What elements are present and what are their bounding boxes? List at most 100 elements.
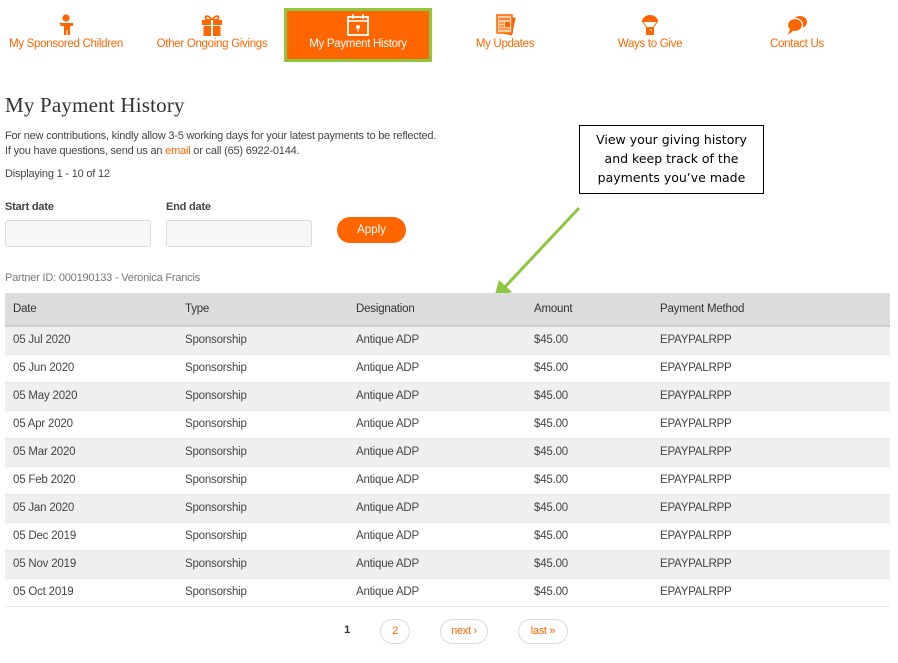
table-row: 05 Oct 2019 Sponsorship Antique ADP $45.00 E… [5, 578, 890, 607]
cell-type: Sponsorship [185, 522, 356, 551]
info-text: For new contributions, kindly allow 3-5 … [5, 129, 436, 159]
cell-payment-method: EPAYPALRPP [660, 578, 890, 607]
cell-designation: Antique ADP [356, 550, 534, 579]
cell-designation: Antique ADP [356, 410, 534, 439]
cell-payment-method: EPAYPALRPP [660, 382, 890, 411]
cell-type: Sponsorship [185, 382, 356, 411]
table-row: 05 Mar 2020 Sponsorship Antique ADP $45.00 E… [5, 438, 890, 467]
next-page-button[interactable]: next › [440, 619, 488, 644]
cell-type: Sponsorship [185, 326, 356, 355]
callout-line: View your giving history [596, 132, 747, 147]
cell-type: Sponsorship [185, 438, 356, 467]
top-navigation: My Sponsored Children Other Ongoing Givi… [0, 8, 898, 62]
cell-designation: Antique ADP [356, 466, 534, 495]
cell-amount: $45.00 [534, 578, 660, 607]
cell-amount: $45.00 [534, 326, 660, 355]
cell-amount: $45.00 [534, 354, 660, 383]
cell-payment-method: EPAYPALRPP [660, 410, 890, 439]
info-line-1: For new contributions, kindly allow 3-5 … [5, 130, 437, 142]
nav-label: My Sponsored Children [9, 38, 123, 50]
end-date-input[interactable] [166, 220, 312, 247]
column-header-payment-method: Payment Method [660, 293, 890, 327]
nav-label: My Payment History [309, 38, 407, 50]
nav-label: Ways to Give [617, 38, 683, 50]
cell-payment-method: EPAYPALRPP [660, 326, 890, 355]
callout-arrow-icon [494, 206, 581, 298]
cell-amount: $45.00 [534, 382, 660, 411]
cell-type: Sponsorship [185, 550, 356, 579]
table-row: 05 Feb 2020 Sponsorship Antique ADP $45.00 E… [5, 466, 890, 495]
cell-type: Sponsorship [185, 354, 356, 383]
cell-amount: $45.00 [534, 550, 660, 579]
table-row: 05 May 2020 Sponsorship Antique ADP $45.00 E… [5, 382, 890, 411]
callout-box: View your giving history and keep track … [579, 125, 764, 194]
apply-button[interactable]: Apply [337, 217, 406, 243]
payment-history-table: Date Type Designation Amount Payment Met… [5, 293, 890, 607]
start-date-input[interactable] [5, 220, 151, 247]
cell-date: 05 Jan 2020 [5, 494, 185, 523]
cell-date: 05 May 2020 [5, 382, 185, 411]
nav-item-my-payment-history[interactable]: My Payment History [284, 8, 432, 62]
cell-payment-method: EPAYPALRPP [660, 438, 890, 467]
cell-payment-method: EPAYPALRPP [660, 550, 890, 579]
cell-amount: $45.00 [534, 410, 660, 439]
cell-date: 05 Dec 2019 [5, 522, 185, 551]
cell-date: 05 Jun 2020 [5, 354, 185, 383]
column-header-date: Date [5, 293, 185, 327]
table-row: 05 Nov 2019 Sponsorship Antique ADP $45.00 E… [5, 550, 890, 579]
cell-date: 05 Jul 2020 [5, 326, 185, 355]
table-row: 05 Jan 2020 Sponsorship Antique ADP $45.00 E… [5, 494, 890, 523]
last-page-button[interactable]: last » [518, 619, 568, 644]
cell-type: Sponsorship [185, 410, 356, 439]
cell-amount: $45.00 [534, 466, 660, 495]
cell-amount: $45.00 [534, 438, 660, 467]
cell-amount: $45.00 [534, 522, 660, 551]
displaying-count: Displaying 1 - 10 of 12 [5, 168, 110, 180]
cell-payment-method: EPAYPALRPP [660, 354, 890, 383]
chat-bubbles-icon [786, 16, 807, 35]
cell-date: 05 Oct 2019 [5, 578, 185, 607]
cell-date: 05 Apr 2020 [5, 410, 185, 439]
info-line-2: If you have questions, send us an email … [5, 144, 436, 159]
nav-item-other-ongoing-givings[interactable]: Other Ongoing Givings [148, 8, 276, 62]
cell-date: 05 Mar 2020 [5, 438, 185, 467]
cell-date: 05 Nov 2019 [5, 550, 185, 579]
cell-designation: Antique ADP [356, 326, 534, 355]
cell-designation: Antique ADP [356, 382, 534, 411]
nav-item-my-sponsored-children[interactable]: My Sponsored Children [0, 8, 132, 62]
nav-label: Other Ongoing Givings [156, 38, 268, 50]
callout-line: and keep track of the [604, 151, 739, 166]
callout-line: payments you’ve made [597, 170, 746, 185]
page-title: My Payment History [5, 93, 185, 117]
partner-id: Partner ID: 000190133 - Veronica Francis [5, 272, 201, 284]
calendar-icon [347, 14, 369, 36]
table-row: 05 Jul 2020 Sponsorship Antique ADP $45.00 E… [5, 326, 890, 355]
cell-designation: Antique ADP [356, 354, 534, 383]
column-header-designation: Designation [356, 293, 534, 327]
info-suffix: or call (65) 6922-0144. [190, 145, 300, 157]
info-prefix: If you have questions, send us an [5, 145, 166, 157]
nav-item-my-updates[interactable]: My Updates [460, 8, 550, 62]
page-1-current: 1 [336, 619, 358, 644]
cell-amount: $45.00 [534, 494, 660, 523]
cell-designation: Antique ADP [356, 438, 534, 467]
column-header-type: Type [185, 293, 356, 327]
nav-label: Contact Us [770, 38, 824, 50]
cell-type: Sponsorship [185, 466, 356, 495]
nav-item-contact-us[interactable]: Contact Us [752, 8, 842, 62]
cell-designation: Antique ADP [356, 578, 534, 607]
newspaper-icon [496, 14, 516, 36]
pagination: 1 2 next › last » [0, 619, 898, 645]
email-link[interactable]: email [165, 145, 190, 157]
child-icon [59, 14, 73, 35]
table-row: 05 Dec 2019 Sponsorship Antique ADP $45.00 E… [5, 522, 890, 551]
nav-item-ways-to-give[interactable]: Ways to Give [605, 8, 695, 62]
parachute-icon [642, 15, 658, 35]
page-2-button[interactable]: 2 [380, 619, 410, 644]
table-header-row: Date Type Designation Amount Payment Met… [5, 293, 890, 327]
nav-label: My Updates [475, 38, 535, 50]
table-row: 05 Apr 2020 Sponsorship Antique ADP $45.00 E… [5, 410, 890, 439]
cell-payment-method: EPAYPALRPP [660, 522, 890, 551]
cell-payment-method: EPAYPALRPP [660, 466, 890, 495]
cell-designation: Antique ADP [356, 522, 534, 551]
